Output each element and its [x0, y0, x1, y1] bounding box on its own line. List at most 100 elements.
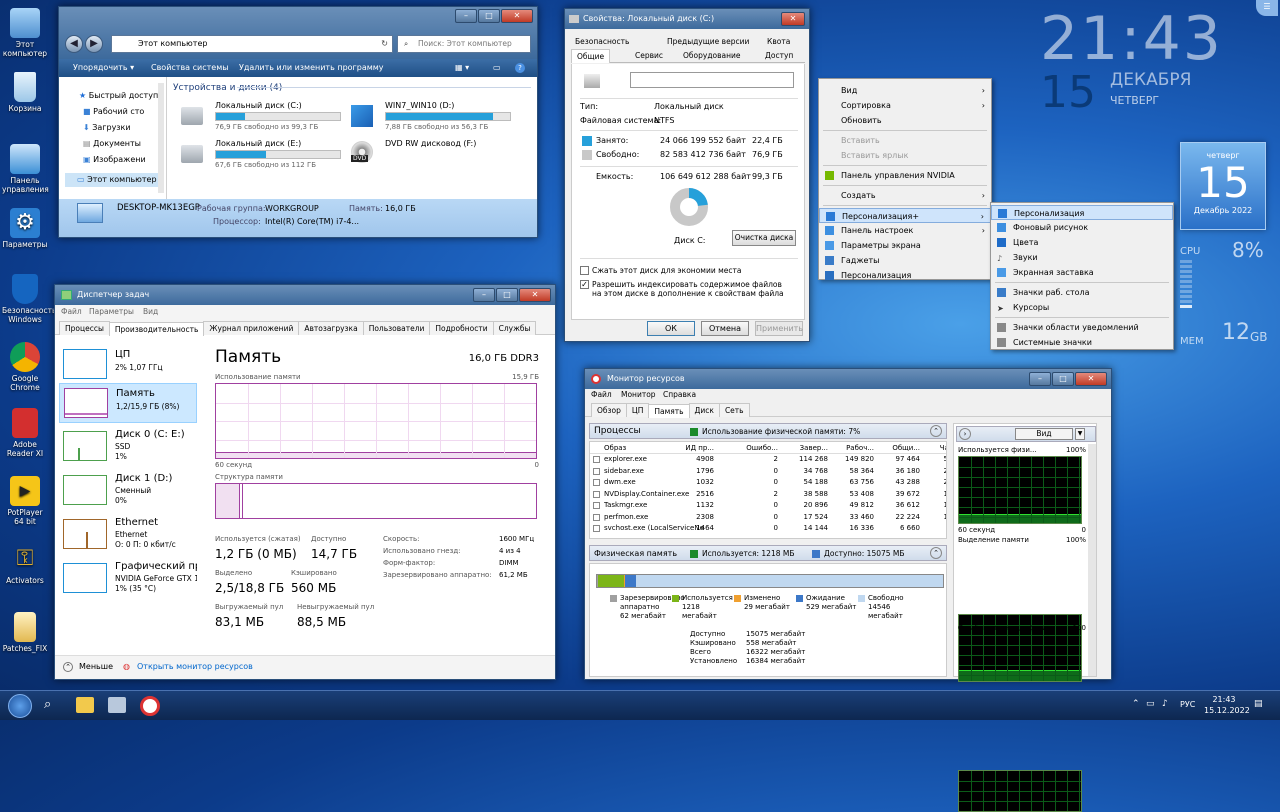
desktop-icon-patches[interactable]: Patches_FIX [2, 612, 48, 653]
table-row[interactable]: Taskmgr.exe 1132 0 20 896 49 812 36 612 13 200 [590, 500, 946, 512]
drive-d[interactable]: WIN7_WIN10 (D:) 7,88 ГБ свободно из 56,3… [351, 101, 531, 135]
menu-nvidia[interactable]: Панель управления NVIDIA [819, 168, 991, 183]
menu-refresh[interactable]: Обновить [819, 113, 991, 128]
close-button[interactable]: ✕ [781, 12, 805, 26]
desktop-icon-control-panel[interactable]: Панель управления [2, 144, 49, 194]
column-header[interactable]: Общи... [892, 444, 920, 452]
tab-startup[interactable]: Автозагрузка [298, 321, 364, 335]
devices-section-header[interactable]: Устройства и диски (4) [173, 83, 282, 93]
close-button[interactable]: ✕ [501, 9, 533, 23]
menu-paste-shortcut[interactable]: Вставить ярлык [819, 148, 991, 163]
tray-arrow-icon[interactable]: ⌃ [1132, 699, 1140, 709]
submenu-personalization[interactable]: Персонализация [991, 205, 1173, 220]
apply-button[interactable]: Применить [755, 321, 803, 336]
row-checkbox[interactable] [593, 513, 600, 521]
drive-f[interactable]: DVD DVD RW дисковод (F:) [351, 139, 531, 173]
desktop-icon-settings[interactable]: ⚙ Параметры [2, 208, 48, 249]
desktop-icon-recycle-bin[interactable]: Корзина [2, 72, 48, 113]
row-checkbox[interactable] [593, 467, 600, 475]
perf-item-disk0[interactable]: Диск 0 (C: E:) SSD 1% [59, 427, 197, 469]
table-row[interactable]: dwm.exe 1032 0 54 188 63 756 43 288 20 468 [590, 477, 946, 489]
maximize-button[interactable]: □ [1052, 372, 1074, 386]
disk-cleanup-button[interactable]: Очистка диска [732, 230, 796, 246]
table-row[interactable]: sidebar.exe 1796 0 34 768 58 364 36 180 22 184 [590, 466, 946, 478]
submenu-system-icons[interactable]: Системные значки [991, 335, 1173, 350]
tab-sharing[interactable]: Доступ [765, 51, 793, 60]
nav-downloads[interactable]: ⬇ Загрузки [83, 123, 131, 132]
start-button[interactable] [8, 694, 32, 718]
nav-documents[interactable]: ▤ Документы [83, 139, 141, 148]
back-button[interactable]: ◀ [65, 35, 83, 53]
file-explorer-icon[interactable] [76, 697, 94, 713]
search-icon[interactable]: ⌕ [44, 697, 51, 712]
column-header[interactable]: Образ [604, 444, 626, 452]
minimize-button[interactable]: – [473, 288, 495, 302]
nav-quick-access[interactable]: ★ Быстрый доступ [79, 91, 158, 100]
submenu-wallpaper[interactable]: Фоновый рисунок [991, 220, 1173, 235]
menu-file[interactable]: Файл [591, 389, 612, 401]
menu-file[interactable]: Файл [61, 305, 82, 319]
tab-cpu[interactable]: ЦП [625, 403, 650, 417]
submenu-screensaver[interactable]: Экранная заставка [991, 265, 1173, 280]
desktop-icon-computer[interactable]: Этот компьютер [2, 8, 48, 58]
tab-service[interactable]: Сервис [635, 51, 663, 60]
table-row[interactable]: NVDisplay.Container.exe 2516 2 38 588 53 408… [590, 489, 946, 501]
tab-general[interactable]: Общие [571, 49, 611, 63]
chevron-down-icon[interactable]: ▼ [1075, 428, 1085, 440]
submenu-tray-icons[interactable]: Значки области уведомлений [991, 320, 1173, 335]
tab-memory[interactable]: Память [648, 404, 690, 418]
task-manager-taskbar-icon[interactable] [108, 697, 126, 713]
column-header[interactable]: Завер... [800, 444, 828, 452]
column-header[interactable]: Рабоч... [846, 444, 874, 452]
menu-gadgets[interactable]: Гаджеты [819, 253, 991, 268]
explorer-window[interactable]: – □ ✕ ◀ ▶ Этот компьютер ↻ ⌕ Поиск: Этот к… [58, 6, 538, 238]
tab-previous-versions[interactable]: Предыдущие версии [667, 37, 749, 46]
view-options-icon[interactable]: ▦ ▾ [455, 59, 469, 77]
menu-personalization[interactable]: Персонализация [819, 268, 991, 283]
column-header[interactable]: Ошибо... [746, 444, 778, 452]
open-resource-monitor-link[interactable]: Открыть монитор ресурсов [137, 662, 253, 671]
table-row[interactable]: svchost.exe (LocalServiceNet... 1464 0 14 1… [590, 523, 946, 535]
tab-quota[interactable]: Квота [767, 37, 790, 46]
collapse-icon[interactable]: ⌃ [930, 425, 942, 437]
menu-help[interactable]: Справка [663, 389, 696, 401]
resource-monitor-window[interactable]: Монитор ресурсов – □ ✕ Файл Монитор Справк… [584, 368, 1112, 812]
row-checkbox[interactable] [593, 490, 600, 498]
graph-scrollbar[interactable] [1088, 444, 1096, 676]
uninstall-program-button[interactable]: Удалить или изменить программу [239, 59, 384, 77]
nav-desktop[interactable]: ■ Рабочий сто [83, 107, 144, 116]
table-row[interactable]: perfmon.exe 2308 0 17 524 33 460 22 224 11 236 [590, 512, 946, 524]
row-checkbox[interactable] [593, 479, 600, 486]
desktop-icon-potplayer[interactable]: ▶ PotPlayer 64 bit [2, 476, 48, 526]
compress-checkbox[interactable] [580, 266, 589, 275]
index-checkbox[interactable]: ✓ [580, 280, 589, 289]
chevron-up-icon[interactable]: ⌃ [63, 662, 73, 672]
close-button[interactable]: ✕ [1075, 372, 1107, 386]
maximize-button[interactable]: □ [496, 288, 518, 302]
language-indicator[interactable]: РУС [1180, 700, 1195, 709]
maximize-button[interactable]: □ [478, 9, 500, 23]
perf-item-cpu[interactable]: ЦП 2% 1,07 ГГц [59, 345, 197, 383]
row-checkbox[interactable] [593, 502, 600, 509]
menu-sort[interactable]: Сортировка › [819, 98, 991, 113]
help-icon[interactable]: ? [515, 63, 525, 73]
task-manager-window[interactable]: Диспетчер задач – □ ✕ Файл Параметры Вид П… [54, 284, 556, 680]
submenu-sounds[interactable]: ♪ Звуки [991, 250, 1173, 265]
refresh-icon[interactable]: ↻ [381, 36, 388, 52]
menu-paste[interactable]: Вставить [819, 133, 991, 148]
drive-c[interactable]: Локальный диск (C:) 76,9 ГБ свободно из … [181, 101, 341, 135]
search-input[interactable]: ⌕ Поиск: Этот компьютер [397, 35, 531, 53]
column-header[interactable]: ИД пр... [685, 444, 714, 452]
tab-disk[interactable]: Диск [688, 403, 720, 417]
menu-view[interactable]: Вид › [819, 83, 991, 98]
tab-security[interactable]: Безопасность [575, 37, 629, 46]
tab-performance[interactable]: Производительность [108, 322, 205, 336]
row-checkbox[interactable] [593, 456, 600, 463]
collapse-icon[interactable]: ⌃ [930, 547, 942, 559]
clock-gadget[interactable]: 21:43 15 ДЕКАБРЯ ЧЕТВЕРГ [1040, 8, 1276, 118]
menu-personalization-plus[interactable]: Персонализация+ › [819, 208, 991, 223]
menu-display-settings[interactable]: Параметры экрана [819, 238, 991, 253]
resource-monitor-taskbar-icon[interactable] [140, 696, 160, 716]
tab-hardware[interactable]: Оборудование [683, 51, 741, 60]
taskbar-clock[interactable]: 21:43 15.12.2022 [1204, 694, 1250, 716]
